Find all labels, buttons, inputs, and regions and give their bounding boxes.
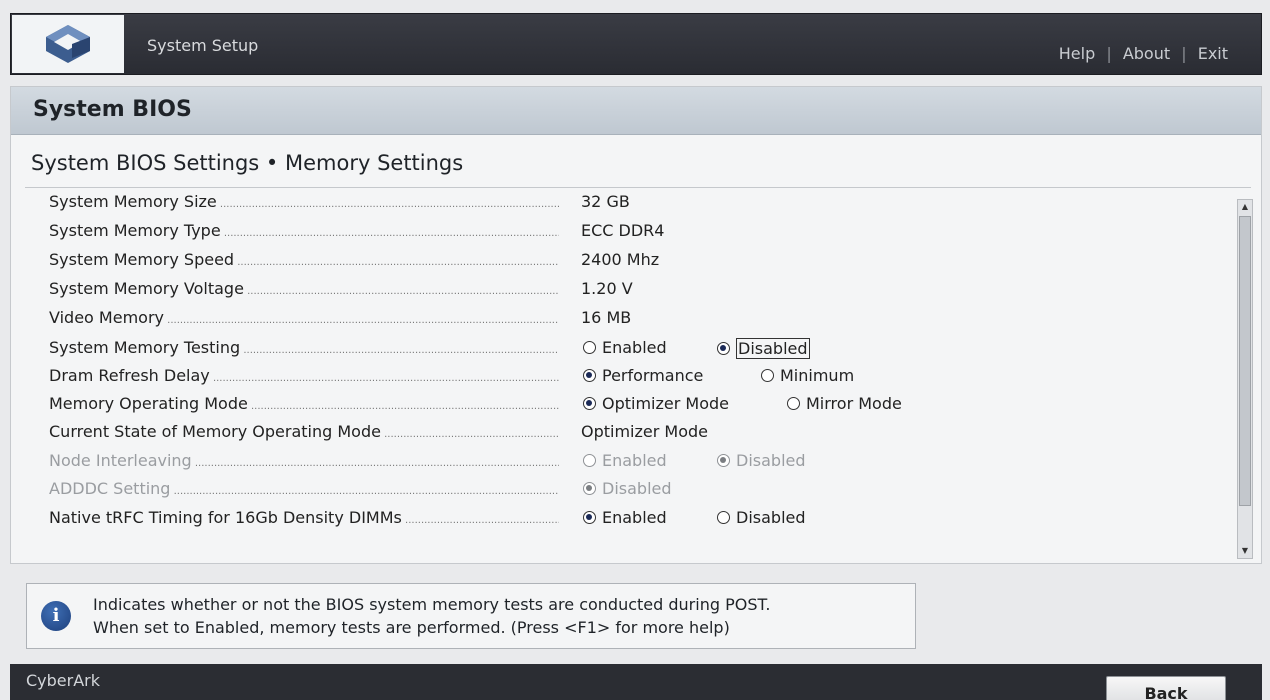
setting-row: System Memory Type ECC DDR4	[11, 221, 1231, 245]
scrollbar[interactable]: ▲ ▼	[1237, 199, 1253, 559]
setting-row-adddc: ADDDC Setting Disabled	[11, 479, 1231, 503]
footer-bar: CyberArk Back	[10, 664, 1262, 700]
setting-label: System Memory Testing	[49, 338, 559, 357]
setting-value: ECC DDR4	[581, 221, 665, 240]
setting-value: Optimizer Mode	[581, 422, 708, 441]
help-line-2: When set to Enabled, memory tests are pe…	[93, 618, 730, 637]
top-links: Help | About | Exit	[1056, 44, 1231, 63]
setting-row: Video Memory 16 MB	[11, 308, 1231, 332]
setting-label: Memory Operating Mode	[49, 394, 559, 413]
radio-button-selected[interactable]	[583, 369, 596, 382]
about-link[interactable]: About	[1123, 44, 1170, 63]
setting-label: System Memory Speed	[49, 250, 559, 269]
option-label: Mirror Mode	[806, 394, 902, 413]
radio-option-enabled: Enabled	[583, 451, 667, 470]
setting-row-dram-refresh: Dram Refresh Delay Performance Minimum	[11, 366, 1231, 390]
option-label: Enabled	[602, 451, 667, 470]
logo	[12, 15, 124, 73]
option-label: Minimum	[780, 366, 855, 385]
radio-option-minimum[interactable]: Minimum	[761, 366, 854, 385]
option-label: Enabled	[602, 508, 667, 527]
radio-button-selected	[717, 454, 730, 467]
scrollbar-thumb[interactable]	[1239, 216, 1251, 506]
setting-row-node-interleaving: Node Interleaving Enabled Disabled	[11, 451, 1231, 475]
option-label: Disabled	[736, 338, 810, 359]
option-label: Disabled	[602, 479, 672, 498]
radio-option-enabled[interactable]: Enabled	[583, 508, 667, 527]
page-title: System BIOS	[33, 97, 192, 122]
setting-row: System Memory Size 32 GB	[11, 192, 1231, 216]
link-separator: |	[1106, 44, 1112, 63]
option-label: Enabled	[602, 338, 667, 357]
setting-label: Current State of Memory Operating Mode	[49, 422, 559, 441]
section-title: System BIOS Settings • Memory Settings	[31, 151, 464, 175]
radio-button-selected	[583, 482, 596, 495]
setting-row-memory-testing: System Memory Testing Enabled Disabled	[11, 338, 1231, 362]
back-button[interactable]: Back	[1106, 676, 1226, 700]
panel-header: System BIOS	[11, 87, 1261, 135]
setting-label: System Memory Type	[49, 221, 559, 240]
setting-label: Native tRFC Timing for 16Gb Density DIMM…	[49, 508, 559, 527]
setting-row-native-trfc: Native tRFC Timing for 16Gb Density DIMM…	[11, 508, 1231, 532]
radio-button-selected[interactable]	[583, 397, 596, 410]
help-text: Indicates whether or not the BIOS system…	[93, 593, 770, 639]
setting-value: 1.20 V	[581, 279, 633, 298]
radio-option-enabled[interactable]: Enabled	[583, 338, 667, 357]
option-label: Performance	[602, 366, 704, 385]
app-title: System Setup	[147, 36, 259, 55]
radio-option-performance[interactable]: Performance	[583, 366, 703, 385]
help-line-1: Indicates whether or not the BIOS system…	[93, 595, 771, 614]
help-box: i Indicates whether or not the BIOS syst…	[26, 583, 916, 649]
brand-label: CyberArk	[26, 671, 101, 690]
radio-option-disabled[interactable]: Disabled	[717, 508, 806, 527]
exit-link[interactable]: Exit	[1198, 44, 1228, 63]
radio-option-mirror[interactable]: Mirror Mode	[787, 394, 902, 413]
radio-button[interactable]	[787, 397, 800, 410]
setting-label: System Memory Size	[49, 192, 559, 211]
radio-option-disabled: Disabled	[717, 451, 806, 470]
radio-button[interactable]	[761, 369, 774, 382]
link-separator: |	[1181, 44, 1187, 63]
setting-value: 16 MB	[581, 308, 632, 327]
help-link[interactable]: Help	[1059, 44, 1095, 63]
option-label: Disabled	[736, 508, 806, 527]
option-label: Optimizer Mode	[602, 394, 729, 413]
radio-option-optimizer[interactable]: Optimizer Mode	[583, 394, 729, 413]
option-label: Disabled	[736, 451, 806, 470]
scroll-up-icon[interactable]: ▲	[1238, 200, 1252, 214]
setting-label: Node Interleaving	[49, 451, 559, 470]
divider	[25, 187, 1251, 188]
info-icon: i	[41, 601, 71, 631]
radio-option-disabled: Disabled	[583, 479, 672, 498]
setting-value: 2400 Mhz	[581, 250, 660, 269]
setting-label: ADDDC Setting	[49, 479, 559, 498]
settings-panel: System BIOS System BIOS Settings • Memor…	[10, 86, 1262, 564]
scroll-down-icon[interactable]: ▼	[1238, 544, 1252, 558]
setup-logo-icon	[46, 25, 90, 63]
setting-value: 32 GB	[581, 192, 630, 211]
radio-button-selected[interactable]	[717, 342, 730, 355]
setting-row: Current State of Memory Operating Mode O…	[11, 422, 1231, 446]
setting-label: Dram Refresh Delay	[49, 366, 559, 385]
setting-row-operating-mode: Memory Operating Mode Optimizer Mode Mir…	[11, 394, 1231, 418]
setting-label: System Memory Voltage	[49, 279, 559, 298]
radio-button[interactable]	[583, 341, 596, 354]
radio-button-selected[interactable]	[583, 511, 596, 524]
setting-row: System Memory Voltage 1.20 V	[11, 279, 1231, 303]
setting-row: System Memory Speed 2400 Mhz	[11, 250, 1231, 274]
top-bar: System Setup Help | About | Exit	[10, 13, 1262, 75]
radio-button[interactable]	[717, 511, 730, 524]
radio-option-disabled[interactable]: Disabled	[717, 338, 810, 359]
radio-button	[583, 454, 596, 467]
setting-label: Video Memory	[49, 308, 559, 327]
